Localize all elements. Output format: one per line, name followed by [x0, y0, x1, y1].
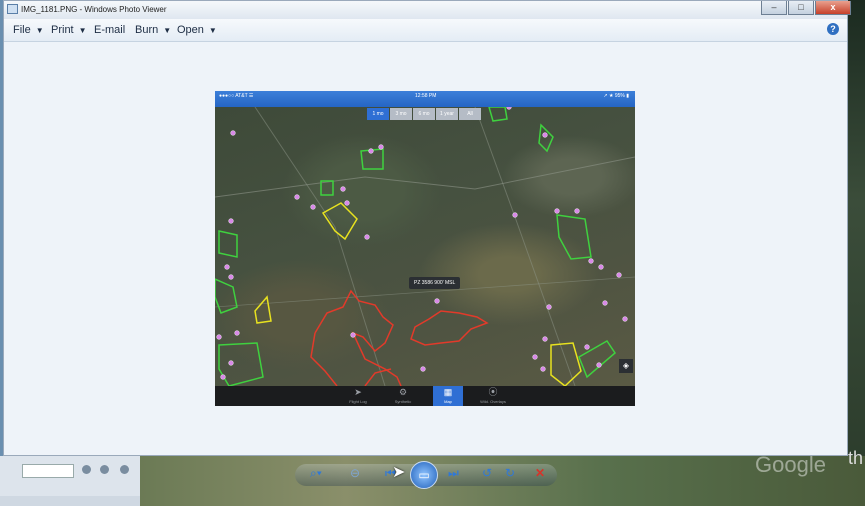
boundary-red[interactable] — [314, 289, 402, 386]
boundary-green[interactable] — [218, 230, 238, 258]
menu-file[interactable]: File ▼ — [13, 24, 44, 36]
navigation-arrow-icon: ➤ — [354, 387, 362, 397]
rotate-right-icon[interactable]: ↻ — [505, 466, 515, 480]
tab-synthetic[interactable]: ⚙ Synthetic — [388, 386, 418, 406]
zoom-icon[interactable]: ⌕▾ — [310, 466, 322, 481]
rotate-left-icon[interactable]: ↺ — [482, 466, 492, 480]
map-overlays — [215, 107, 635, 386]
help-icon[interactable]: ? — [827, 23, 839, 35]
close-button[interactable]: x — [815, 1, 851, 15]
boundary-green[interactable] — [538, 123, 554, 153]
gear-icon: ⚙ — [398, 387, 408, 397]
minimize-button[interactable]: – — [761, 1, 787, 15]
background-input — [22, 464, 74, 478]
window-controls: – □ x — [760, 1, 851, 15]
title-bar[interactable]: IMG_1181.PNG - Windows Photo Viewer – □ … — [4, 1, 851, 19]
carrier-text: ●●●○○ AT&T ☰ — [219, 93, 254, 99]
tab-map[interactable]: ▦ Map — [433, 386, 463, 406]
chevron-down-icon: ▼ — [35, 26, 44, 35]
satellite-map — [215, 107, 635, 386]
boundary-yellow[interactable] — [321, 202, 358, 241]
displayed-photo: ●●●○○ AT&T ☰ 12:58 PM ↗ ★ 95% ▮ 1 mo 3 m… — [215, 91, 635, 406]
chevron-down-icon: ▼ — [208, 26, 217, 35]
tab-flight-log[interactable]: ➤ Flight Log — [343, 386, 373, 406]
tab-wild-overlays[interactable]: ⦿ Wild. Overlays — [478, 386, 508, 406]
menu-open[interactable]: Open ▼ — [177, 24, 217, 36]
boundary-green[interactable] — [556, 214, 592, 260]
menu-bar: File ▼ Print ▼ E-mail Burn ▼ Open ▼ ? — [4, 19, 847, 42]
filter-3mo[interactable]: 3 mo — [390, 108, 412, 120]
boundary-green[interactable] — [578, 340, 616, 379]
mouse-cursor-icon: ➤ — [392, 464, 406, 481]
photo-viewer-window: IMG_1181.PNG - Windows Photo Viewer – □ … — [3, 0, 851, 456]
menu-burn[interactable]: Burn ▼ — [135, 24, 171, 36]
background-icon — [120, 465, 129, 474]
battery-text: ↗ ★ 95% ▮ — [603, 93, 629, 99]
maximize-button[interactable]: □ — [788, 1, 814, 15]
next-icon[interactable]: ⏭ — [448, 466, 459, 481]
time-filter-segments: 1 mo 3 mo 6 mo 1 year All — [367, 108, 482, 120]
desktop-edge-right — [847, 0, 865, 506]
chevron-down-icon: ▼ — [163, 26, 172, 35]
map-pins[interactable] — [216, 107, 628, 380]
map-icon: ▦ — [443, 387, 453, 397]
status-time: 12:58 PM — [415, 93, 437, 99]
map-tooltip: PZ 3586 900' MSL — [409, 277, 461, 289]
delete-icon[interactable]: ✕ — [535, 466, 545, 480]
background-icon — [82, 465, 91, 474]
slideshow-button[interactable]: ▭ — [410, 461, 438, 489]
background-icon — [100, 465, 109, 474]
phone-status-bar: ●●●○○ AT&T ☰ 12:58 PM ↗ ★ 95% ▮ — [215, 91, 635, 107]
boundary-red[interactable] — [310, 332, 338, 386]
actual-size-icon[interactable]: ⊖ — [350, 466, 360, 480]
filter-all[interactable]: All — [459, 108, 481, 120]
boundary-green[interactable] — [218, 342, 264, 386]
boundary-yellow[interactable] — [254, 295, 272, 324]
boundary-yellow[interactable] — [550, 342, 582, 386]
boundary-green[interactable] — [488, 107, 508, 122]
chevron-down-icon: ▼ — [78, 26, 87, 35]
overlay-icon: ⦿ — [488, 387, 498, 397]
layers-icon[interactable]: ◈ — [619, 359, 633, 373]
boundary-red[interactable] — [410, 310, 489, 346]
filter-6mo[interactable]: 6 mo — [413, 108, 435, 120]
filter-1mo[interactable]: 1 mo — [367, 108, 389, 120]
app-icon — [7, 4, 18, 14]
background-text: th — [848, 448, 864, 468]
menu-email[interactable]: E-mail — [94, 24, 125, 36]
app-tab-bar: ➤ Flight Log ⚙ Synthetic ▦ Map ⦿ Wild. Overl… — [215, 386, 635, 406]
boundary-green[interactable] — [215, 278, 238, 314]
window-title: IMG_1181.PNG - Windows Photo Viewer — [21, 5, 167, 14]
filter-1year[interactable]: 1 year — [436, 108, 458, 120]
background-window — [0, 456, 140, 496]
menu-print[interactable]: Print ▼ — [51, 24, 87, 36]
